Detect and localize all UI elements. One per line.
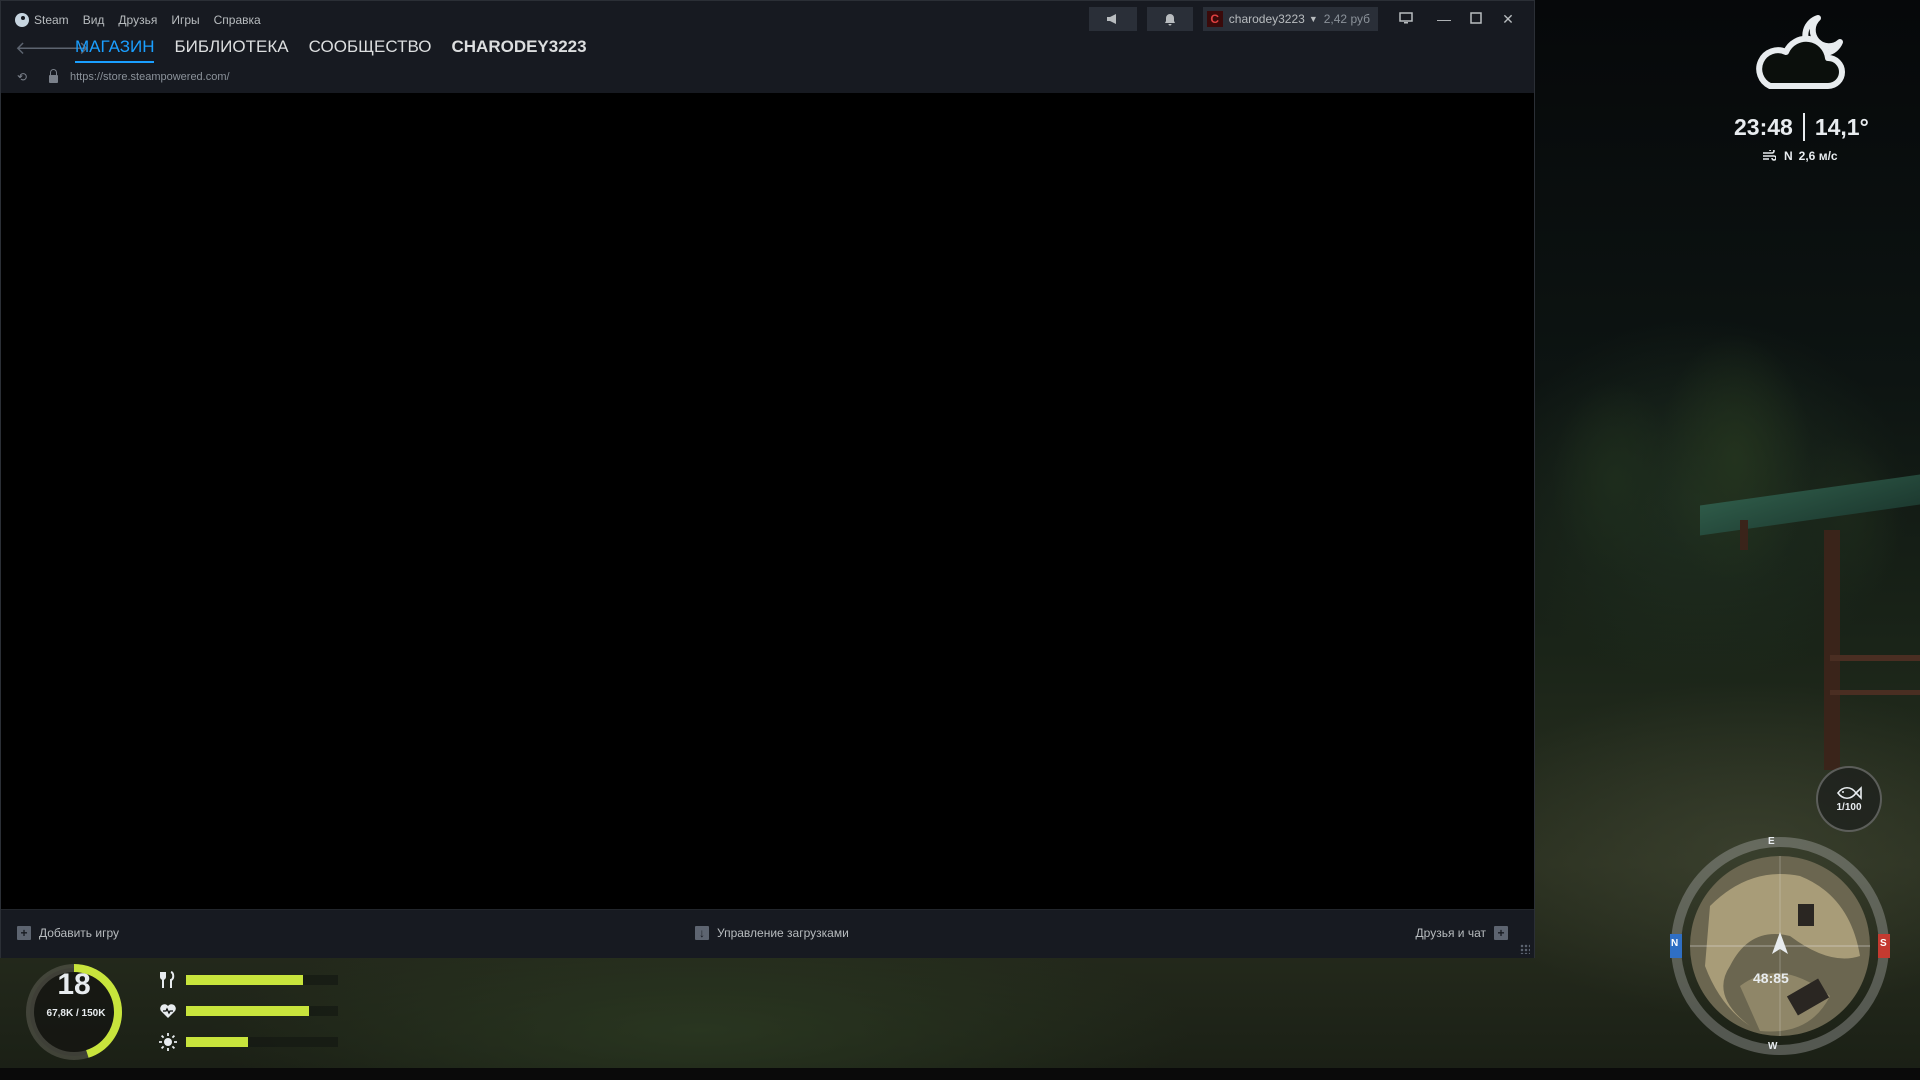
temperature: 14,1° <box>1814 113 1869 140</box>
cabin-rail <box>1830 655 1920 661</box>
avatar: C <box>1206 11 1223 27</box>
menu-view[interactable]: Вид <box>83 13 105 27</box>
minimize-icon: — <box>1437 11 1451 27</box>
lock-icon <box>49 69 58 83</box>
wallet-balance: 2,42 руб <box>1323 12 1370 26</box>
compass-north: N <box>1671 938 1679 949</box>
energy-fill <box>186 1037 249 1047</box>
forest-trees <box>1535 260 1920 820</box>
heart-icon <box>160 1004 176 1018</box>
compass-east: E <box>1768 836 1775 847</box>
fork-knife-icon <box>160 971 175 988</box>
manage-downloads-label: Управление загрузками <box>717 926 849 940</box>
notifications-button[interactable] <box>1146 7 1193 31</box>
time-temperature: 23:48 14,1° <box>1734 113 1869 141</box>
reload-icon[interactable]: ⟲ <box>17 70 35 84</box>
close-icon: ✕ <box>1502 10 1514 27</box>
player-level: 18 <box>57 968 91 1001</box>
add-game-label: Добавить игру <box>39 926 119 940</box>
divider <box>1802 113 1805 141</box>
close-button[interactable]: ✕ <box>1494 11 1522 28</box>
food-track <box>186 975 338 985</box>
tab-profile[interactable]: CHARODEY3223 <box>451 37 586 59</box>
big-picture-button[interactable] <box>1392 11 1420 27</box>
energy-track <box>186 1037 338 1047</box>
cabin-post <box>1824 530 1840 770</box>
screen-bottom-edge <box>0 1068 1920 1080</box>
url-text[interactable]: https://store.steampowered.com/ <box>70 71 230 83</box>
cabin-post <box>1740 520 1748 550</box>
minimize-button[interactable]: — <box>1430 11 1458 27</box>
fish-count: 1/100 <box>1836 801 1862 813</box>
chevron-down-icon: ▼ <box>1308 14 1318 24</box>
health-fill <box>186 1006 310 1016</box>
monitor-icon <box>1399 12 1413 24</box>
friends-chat-button[interactable]: Друзья и чат + <box>1416 926 1508 940</box>
steam-window: Steam Вид Друзья Игры Справка C charodey… <box>0 0 1535 958</box>
compass-west: W <box>1768 1041 1778 1052</box>
maximize-icon <box>1470 12 1482 24</box>
titlebar-controls: C charodey3223 ▼ 2,42 руб — ✕ <box>1079 7 1522 31</box>
back-arrow-icon[interactable]: 🡐 <box>15 38 63 59</box>
cabin-rail <box>1830 690 1920 695</box>
titlebar: Steam Вид Друзья Игры Справка C charodey… <box>1 1 1534 93</box>
tab-store[interactable]: МАГАЗИН <box>75 37 155 63</box>
minimap <box>1670 837 1890 1055</box>
resize-grip-icon[interactable] <box>1520 944 1530 954</box>
forward-arrow-icon[interactable]: 🡒 <box>41 38 89 59</box>
menu-steam[interactable]: Steam <box>34 13 69 27</box>
nav-bar: 🡐 🡒 МАГАЗИН БИБЛИОТЕКА СООБЩЕСТВО CHAROD… <box>15 36 587 63</box>
url-bar: ⟲ https://store.steampowered.com/ <box>17 69 230 85</box>
menu-bar: Steam Вид Друзья Игры Справка <box>15 11 275 29</box>
fish-counter: 1/100 <box>1816 766 1882 832</box>
friends-chat-label: Друзья и чат <box>1415 926 1486 940</box>
menu-friends[interactable]: Друзья <box>118 13 157 27</box>
menu-games[interactable]: Игры <box>171 13 199 27</box>
tab-library[interactable]: БИБЛИОТЕКА <box>174 37 288 59</box>
store-content <box>1 93 1534 909</box>
wind-info: N 2,6 м/с <box>1762 149 1838 163</box>
food-fill <box>186 975 304 985</box>
announcements-button[interactable] <box>1088 7 1137 31</box>
wind-speed: 2,6 м/с <box>1798 149 1838 163</box>
bottom-bar: + Добавить игру ↓ Управление загрузками … <box>1 909 1534 958</box>
minimap-time: 48:85 <box>1753 970 1789 986</box>
add-game-button[interactable]: + Добавить игру <box>17 926 119 940</box>
plus-icon: + <box>17 926 31 940</box>
cloudy-night-icon <box>1756 15 1845 89</box>
food-bar <box>158 970 338 990</box>
health-track <box>186 1006 338 1016</box>
account-button[interactable]: C charodey3223 ▼ 2,42 руб <box>1202 7 1378 31</box>
xp-progress: 67,8K / 150K <box>46 1008 106 1019</box>
energy-bar <box>158 1032 338 1052</box>
fish-icon <box>1837 785 1862 800</box>
maximize-button[interactable] <box>1462 11 1490 27</box>
megaphone-icon <box>1106 14 1116 24</box>
wind-icon <box>1763 150 1776 161</box>
download-icon: ↓ <box>695 926 709 940</box>
game-time: 23:48 <box>1734 113 1793 140</box>
manage-downloads-button[interactable]: ↓ Управление загрузками <box>695 926 849 940</box>
account-name: charodey3223 <box>1228 12 1305 26</box>
menu-help[interactable]: Справка <box>214 13 261 27</box>
wind-direction: N <box>1784 149 1793 163</box>
health-bar <box>158 1001 338 1021</box>
sun-icon <box>159 1033 177 1051</box>
tab-community[interactable]: СООБЩЕСТВО <box>309 37 432 59</box>
steam-logo-icon <box>15 13 29 27</box>
compass-south: S <box>1880 938 1887 949</box>
friends-icon: + <box>1494 926 1508 940</box>
bell-icon <box>1164 13 1175 25</box>
